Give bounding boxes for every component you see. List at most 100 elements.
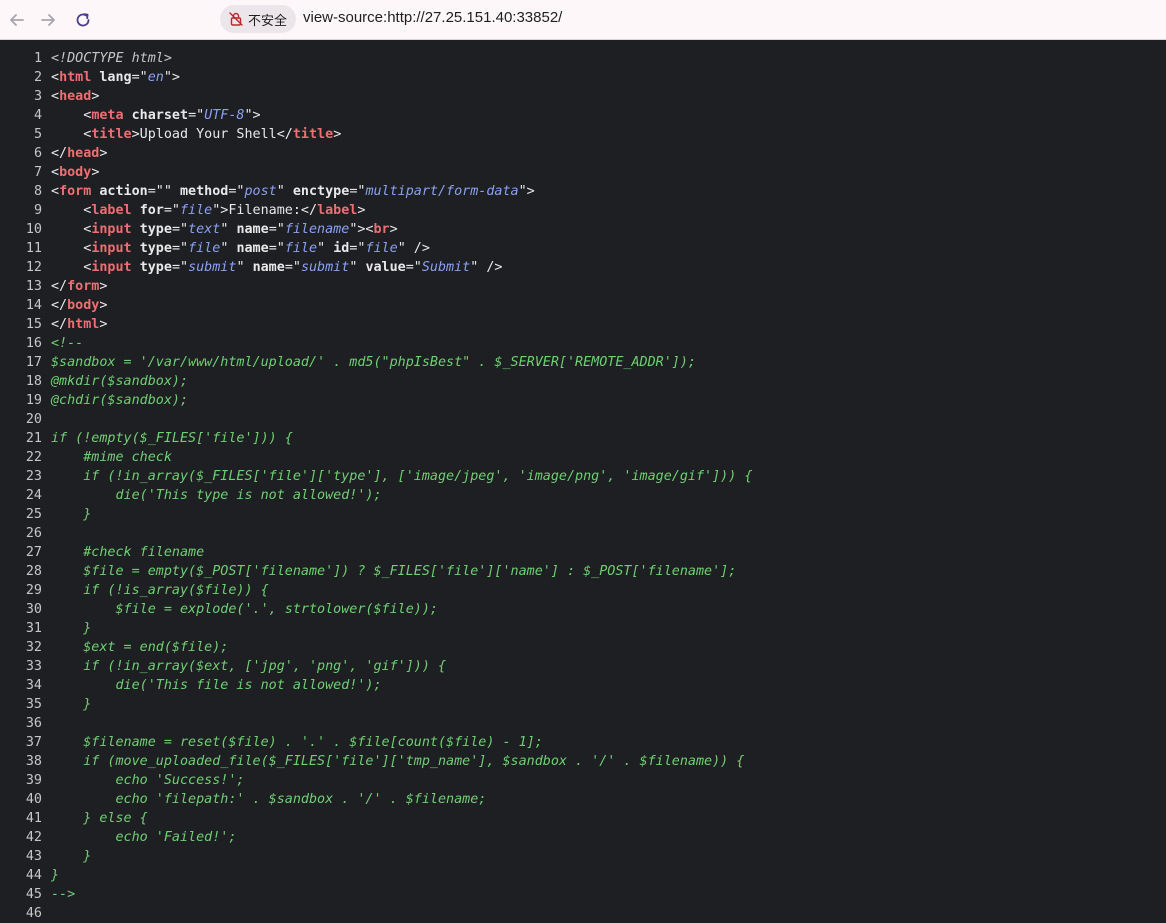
code-token: multipart/form-data — [365, 184, 519, 199]
source-line: 39 echo 'Success!'; — [0, 771, 1166, 790]
source-line: 44} — [0, 866, 1166, 885]
code-token: text — [188, 222, 221, 237]
code-token: > — [99, 317, 108, 332]
line-content — [42, 524, 51, 543]
source-line: 34 die('This file is not allowed!'); — [0, 676, 1166, 695]
line-content: <html lang="en"> — [42, 68, 180, 87]
code-token: } — [51, 697, 92, 712]
code-token: body — [67, 298, 100, 313]
source-line: 13 </form> — [0, 277, 1166, 296]
line-content: </html> — [42, 315, 107, 334]
line-content: </form> — [42, 277, 107, 296]
code-token: =" — [131, 70, 148, 85]
code-token: "> — [163, 70, 180, 85]
line-number: 8 — [33, 184, 42, 199]
code-token: if (!empty($_FILES['file'])) { — [51, 431, 293, 446]
address-bar[interactable]: view-source:http://27.25.151.40:33852/ — [303, 9, 562, 26]
forward-button[interactable] — [31, 3, 65, 37]
code-token: < — [51, 260, 92, 275]
source-line: 16 <!-- — [0, 334, 1166, 353]
code-token: " — [276, 184, 293, 199]
code-token: =" — [188, 108, 205, 123]
line-number: 19 — [25, 393, 42, 408]
line-number: 21 — [25, 431, 42, 446]
code-token: < — [51, 165, 60, 180]
line-content: <!DOCTYPE html> — [42, 49, 172, 68]
code-token: echo 'Success!'; — [51, 773, 245, 788]
code-token: $ext = end($file); — [51, 640, 229, 655]
code-token: submit — [188, 260, 237, 275]
code-token: $sandbox = '/var/www/html/upload/' . md5… — [51, 355, 696, 370]
line-number: 11 — [25, 241, 42, 256]
line-content: <body> — [42, 163, 99, 182]
back-button[interactable] — [0, 3, 34, 37]
line-number: 37 — [25, 735, 42, 750]
code-token: } — [51, 507, 92, 522]
source-line: 17 $sandbox = '/var/www/html/upload/' . m… — [0, 353, 1166, 372]
line-content — [42, 904, 51, 923]
source-line: 14 </body> — [0, 296, 1166, 315]
code-token: > — [91, 165, 100, 180]
code-token: < — [51, 241, 92, 256]
line-number: 36 — [25, 716, 42, 731]
code-token: </ — [51, 298, 68, 313]
code-token: echo 'Failed!'; — [51, 830, 237, 845]
line-number: 18 — [25, 374, 42, 389]
line-content: } — [42, 866, 59, 885]
line-number: 29 — [25, 583, 42, 598]
code-token: label — [317, 203, 358, 218]
code-token: lang — [99, 70, 132, 85]
code-token: < — [51, 203, 92, 218]
code-token: name — [236, 222, 269, 237]
line-content: echo 'Success!'; — [42, 771, 244, 790]
code-token: "> — [244, 108, 261, 123]
line-number: 45 — [25, 887, 42, 902]
source-line: 12 <input type="submit" name="submit" va… — [0, 258, 1166, 277]
code-token: " — [349, 260, 366, 275]
code-token: " — [317, 241, 334, 256]
code-token: Submit — [421, 260, 471, 275]
code-token: file — [365, 241, 398, 256]
source-code: 1 <!DOCTYPE html> 2 <html lang="en"> 3 <head>… — [0, 49, 1166, 923]
code-token: " /> — [470, 260, 503, 275]
code-token: form — [67, 279, 100, 294]
line-content: if (!in_array($_FILES['file']['type'], [… — [42, 467, 752, 486]
code-token: type — [139, 260, 172, 275]
source-line: 2 <html lang="en"> — [0, 68, 1166, 87]
code-token: > — [91, 89, 100, 104]
code-token: file — [180, 203, 213, 218]
line-content: <label for="file">Filename:</label> — [42, 201, 365, 220]
line-number: 28 — [25, 564, 42, 579]
security-indicator-button[interactable]: 不安全 — [220, 5, 296, 33]
code-token: < — [51, 184, 60, 199]
line-content: echo 'filepath:' . $sandbox . '/' . $fil… — [42, 790, 486, 809]
line-content: if (!is_array($file)) { — [42, 581, 269, 600]
code-token: title — [91, 127, 132, 142]
code-token: input — [91, 222, 132, 237]
code-token: < — [51, 70, 60, 85]
line-content: <input type="file" name="file" id="file"… — [42, 239, 430, 258]
code-token: if (!is_array($file)) { — [51, 583, 269, 598]
line-content: #check filename — [42, 543, 204, 562]
source-line: 5 <title>Upload Your Shell</title> — [0, 125, 1166, 144]
code-token: < — [51, 89, 60, 104]
line-number: 34 — [25, 678, 42, 693]
code-token: > — [333, 127, 342, 142]
line-number: 40 — [25, 792, 42, 807]
security-label: 不安全 — [248, 13, 288, 29]
code-token: } — [51, 868, 60, 883]
source-line: 40 echo 'filepath:' . $sandbox . '/' . $… — [0, 790, 1166, 809]
code-token: < — [51, 108, 92, 123]
code-token: if (!in_array($ext, ['jpg', 'png', 'gif'… — [51, 659, 447, 674]
line-number: 10 — [25, 222, 42, 237]
reload-button[interactable] — [66, 3, 100, 37]
code-token: ">Filename:</ — [212, 203, 318, 218]
code-token: =" — [349, 184, 366, 199]
code-token: ="" — [147, 184, 180, 199]
code-token: type — [139, 241, 172, 256]
line-content: @mkdir($sandbox); — [42, 372, 188, 391]
code-token: <!DOCTYPE html> — [51, 51, 172, 66]
line-content: } — [42, 505, 91, 524]
